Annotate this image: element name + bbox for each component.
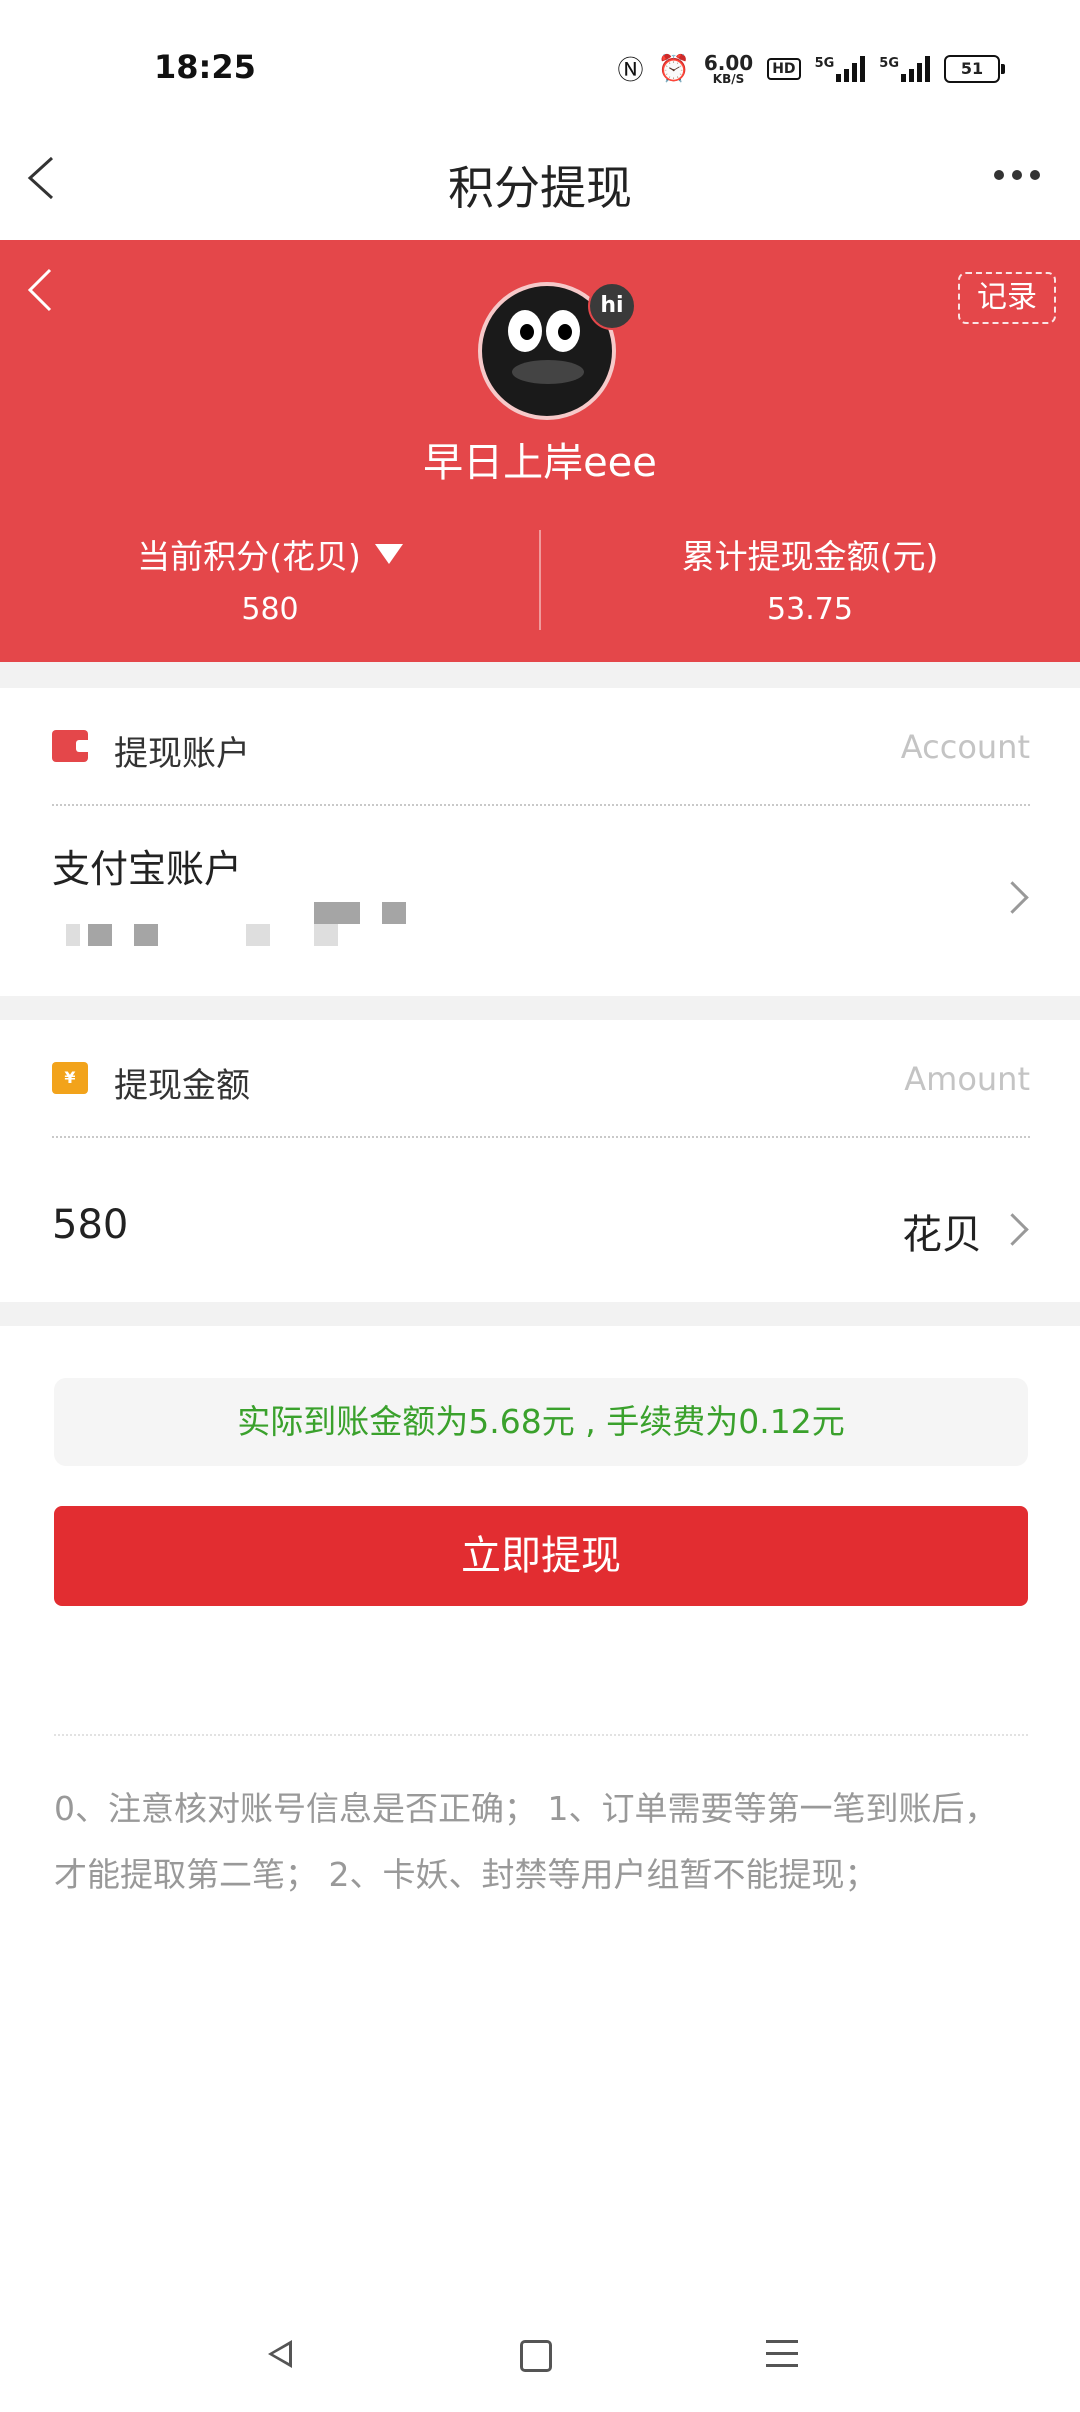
amount-unit: 花贝 [902, 1212, 982, 1258]
page-title: 积分提现 [448, 161, 632, 215]
username: 早日上岸eee [423, 440, 657, 486]
account-name: 支付宝账户 [52, 847, 243, 891]
signal-icon: 5G [815, 55, 866, 82]
hi-badge: hi [588, 282, 636, 330]
amount-card: ¥ 提现金额 Amount 580 花贝 [0, 1020, 1080, 1302]
nav-back-icon[interactable] [268, 2340, 292, 2368]
total-withdrawn-value: 53.75 [767, 592, 853, 627]
fee-notice: 实际到账金额为5.68元 , 手续费为0.12元 [54, 1378, 1028, 1466]
more-icon[interactable] [994, 170, 1040, 180]
hd-icon: HD [767, 57, 801, 80]
alarm-icon: ⏰ [657, 53, 690, 84]
money-icon: ¥ [52, 1062, 88, 1094]
withdraw-button[interactable]: 立即提现 [54, 1506, 1028, 1606]
account-title: 提现账户 [114, 734, 250, 774]
amount-title: 提现金额 [114, 1066, 250, 1106]
points-value: 580 [241, 592, 299, 627]
status-icons: Ⓝ ⏰ 6.00 KB/S HD 5G 5G 51 [617, 50, 1005, 87]
chevron-right-icon [996, 1213, 1029, 1246]
account-en-label: Account [900, 728, 1030, 766]
battery-icon: 51 [944, 54, 1005, 83]
app-header: 积分提现 [0, 120, 1080, 240]
amount-input[interactable]: 580 [52, 1202, 128, 1248]
withdraw-rules-note: 0、注意核对账号信息是否正确； 1、订单需要等第一笔到账后，才能提取第二笔； 2… [54, 1789, 998, 1894]
dropdown-triangle-icon[interactable] [374, 544, 403, 564]
account-card: 提现账户 Account 支付宝账户 [0, 688, 1080, 996]
amount-card-header: ¥ 提现金额 Amount [52, 1020, 1030, 1138]
nav-home-icon[interactable] [520, 2340, 552, 2372]
profile-banner: 记录 hi 早日上岸eee 当前积分(花贝) 580 累计提现金额(元) 53.… [0, 240, 1080, 662]
amount-en-label: Amount [904, 1060, 1030, 1098]
points-label: 当前积分(花贝) [137, 537, 361, 576]
signal-icon-2: 5G [879, 55, 930, 82]
status-bar: 18:25 Ⓝ ⏰ 6.00 KB/S HD 5G 5G 51 [0, 0, 1080, 120]
account-card-header: 提现账户 Account [52, 688, 1030, 806]
account-select-row[interactable]: 支付宝账户 [0, 806, 1080, 996]
system-nav-bar [0, 2300, 1080, 2412]
section-gap [0, 996, 1080, 1020]
divider [54, 1734, 1028, 1736]
nfc-icon: Ⓝ [617, 56, 644, 86]
chevron-right-icon [996, 881, 1029, 914]
records-button[interactable]: 记录 [958, 272, 1056, 324]
section-gap [0, 662, 1080, 688]
total-withdrawn-stat: 累计提现金额(元) 53.75 [540, 530, 1080, 627]
status-time: 18:25 [154, 48, 256, 86]
total-withdrawn-label: 累计提现金额(元) [681, 537, 939, 576]
nav-recents-icon[interactable] [766, 2340, 798, 2376]
network-speed: 6.00 KB/S [703, 50, 754, 86]
back-icon[interactable] [26, 268, 54, 312]
wallet-icon [52, 730, 88, 762]
section-gap [0, 1302, 1080, 1326]
points-stat[interactable]: 当前积分(花贝) 580 [0, 530, 540, 627]
